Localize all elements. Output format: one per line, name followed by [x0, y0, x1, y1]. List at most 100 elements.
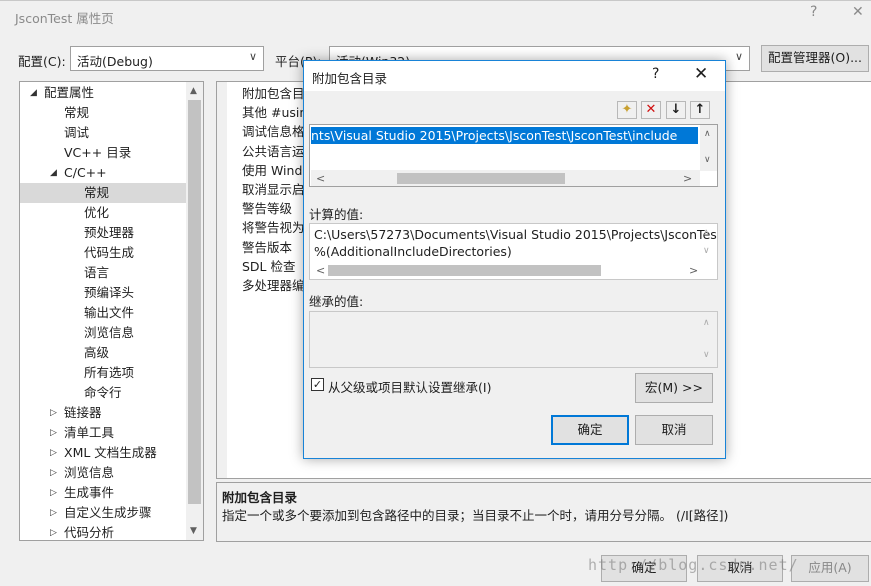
- dialog-title: 附加包含目录: [312, 71, 388, 86]
- property-row-name[interactable]: 公共语言运: [242, 142, 305, 161]
- inherited-values-box: ∧ ∨: [309, 311, 718, 368]
- expand-arrow-icon[interactable]: ▷: [50, 408, 57, 418]
- property-row-name[interactable]: SDL 检查: [242, 257, 296, 276]
- scroll-down-arrow-icon[interactable]: ∨: [703, 350, 710, 360]
- property-row-name[interactable]: 附加包含目: [242, 84, 305, 103]
- tree-item[interactable]: 浏览信息: [64, 463, 114, 483]
- tree-item[interactable]: 代码生成: [84, 243, 134, 263]
- expand-arrow-icon[interactable]: ▷: [50, 428, 57, 438]
- tree-item[interactable]: 常规: [64, 103, 89, 123]
- tree-item[interactable]: 浏览信息: [84, 323, 134, 343]
- inherit-checkbox-label[interactable]: 从父级或项目默认设置继承(I): [328, 377, 491, 396]
- tree-item[interactable]: 生成事件: [64, 483, 114, 503]
- dialog-help-button[interactable]: ?: [652, 66, 659, 82]
- collapse-arrow-icon[interactable]: ◢: [30, 88, 37, 98]
- scroll-down-arrow-icon[interactable]: ∨: [704, 155, 711, 165]
- tree-item[interactable]: 所有选项: [84, 363, 134, 383]
- tree-item[interactable]: 高级: [84, 343, 109, 363]
- new-line-icon[interactable]: ✦: [617, 101, 637, 119]
- config-combo-value: 活动(Debug): [77, 54, 153, 69]
- property-row-name[interactable]: 取消显示启: [242, 180, 305, 199]
- dialog-titlebar[interactable]: 附加包含目录 ? ✕: [304, 61, 725, 91]
- tree-item[interactable]: 调试: [64, 123, 89, 143]
- expand-arrow-icon[interactable]: ▷: [50, 508, 57, 518]
- property-row-name[interactable]: 多处理器编: [242, 276, 305, 295]
- delete-icon[interactable]: ✕: [641, 101, 661, 119]
- tree-item[interactable]: 优化: [84, 203, 109, 223]
- property-row-name[interactable]: 使用 Windo: [242, 161, 310, 180]
- scroll-up-arrow-icon[interactable]: ∧: [704, 129, 711, 139]
- expand-arrow-icon[interactable]: ▷: [50, 468, 57, 478]
- dialog-close-button[interactable]: ✕: [694, 64, 708, 84]
- scroll-right-arrow-icon[interactable]: >: [689, 264, 698, 277]
- window-close-button[interactable]: ✕: [852, 4, 864, 20]
- tree-item[interactable]: 配置属性: [44, 83, 94, 103]
- description-panel: 附加包含目录 指定一个或多个要添加到包含路径中的目录；当目录不止一个时，请用分号…: [216, 482, 871, 542]
- tree-scrollbar[interactable]: ▲ ▼: [186, 82, 203, 540]
- list-hscroll[interactable]: < >: [311, 170, 700, 186]
- expand-arrow-icon[interactable]: ▷: [50, 528, 57, 538]
- scroll-down-arrow-icon[interactable]: ▼: [190, 526, 197, 536]
- scroll-left-arrow-icon[interactable]: <: [316, 172, 325, 185]
- list-vscroll[interactable]: ∧ ∨: [700, 125, 717, 171]
- tree-item[interactable]: 链接器: [64, 403, 102, 423]
- tree-item[interactable]: C/C++: [64, 163, 107, 183]
- collapse-arrow-icon[interactable]: ◢: [50, 168, 57, 178]
- scroll-up-arrow-icon[interactable]: ∧: [703, 228, 710, 238]
- dialog-ok-button[interactable]: 确定: [551, 415, 629, 445]
- tree-item[interactable]: 输出文件: [84, 303, 134, 323]
- scrollbar-thumb[interactable]: [397, 173, 565, 184]
- computed-line: %(AdditionalIncludeDirectories): [314, 244, 512, 259]
- window-border: [0, 0, 871, 1]
- settings-tree[interactable]: ▲ ▼ ◢ 配置属性 常规 调试 VC++ 目录 ◢ C/C++ 常规 优化 预处理器 代码生成 语言…: [19, 81, 204, 541]
- macros-button[interactable]: 宏(M) >>: [635, 373, 713, 403]
- tree-item[interactable]: 预处理器: [84, 223, 134, 243]
- tree-item[interactable]: 代码分析: [64, 523, 114, 540]
- computed-hscroll[interactable]: < >: [311, 262, 700, 279]
- property-row-name[interactable]: 将警告视为: [242, 218, 305, 237]
- scroll-right-arrow-icon[interactable]: >: [683, 172, 692, 185]
- computed-values-box: C:\Users\57273\Documents\Visual Studio 2…: [309, 223, 718, 280]
- computed-label: 计算的值:: [309, 207, 364, 222]
- tree-item[interactable]: 自定义生成步骤: [64, 503, 152, 523]
- watermark: http://blog.csdn.net/: [588, 556, 799, 574]
- property-row-name[interactable]: 警告等级: [242, 199, 292, 218]
- grid-gutter: [217, 82, 227, 478]
- expand-arrow-icon[interactable]: ▷: [50, 488, 57, 498]
- chevron-down-icon: ∨: [248, 50, 257, 63]
- scroll-up-arrow-icon[interactable]: ▲: [190, 86, 197, 96]
- tree-item[interactable]: 预编译头: [84, 283, 134, 303]
- move-down-icon[interactable]: ↓: [666, 101, 686, 119]
- property-row-name[interactable]: 警告版本: [242, 238, 292, 257]
- scrollbar-thumb[interactable]: [188, 100, 201, 504]
- description-title: 附加包含目录: [222, 490, 298, 505]
- config-combo[interactable]: 活动(Debug) ∨: [70, 46, 264, 71]
- chevron-down-icon: ∨: [734, 50, 743, 63]
- tree-item[interactable]: VC++ 目录: [64, 143, 131, 163]
- tree-item[interactable]: XML 文档生成器: [64, 443, 157, 463]
- move-up-icon[interactable]: ↑: [690, 101, 710, 119]
- help-button[interactable]: ?: [810, 4, 817, 20]
- inherited-label: 继承的值:: [309, 294, 364, 309]
- scrollbar-thumb[interactable]: [328, 265, 601, 276]
- inherit-checkbox[interactable]: ✓: [311, 378, 324, 391]
- property-row-name[interactable]: 调试信息格: [242, 122, 305, 141]
- tree-item[interactable]: 命令行: [84, 383, 122, 403]
- tree-item[interactable]: 清单工具: [64, 423, 114, 443]
- scroll-up-arrow-icon[interactable]: ∧: [703, 318, 710, 328]
- computed-line: C:\Users\57273\Documents\Visual Studio 2…: [314, 227, 718, 242]
- include-dirs-dialog: 附加包含目录 ? ✕ ✦ ✕ ↓ ↑ nts\Visual Studio 201…: [303, 60, 726, 459]
- config-manager-button[interactable]: 配置管理器(O)...: [761, 45, 869, 72]
- description-text: 指定一个或多个要添加到包含路径中的目录；当目录不止一个时，请用分号分隔。 (/I…: [222, 508, 729, 523]
- config-label: 配置(C):: [18, 54, 66, 69]
- expand-arrow-icon[interactable]: ▷: [50, 448, 57, 458]
- scroll-down-arrow-icon[interactable]: ∨: [703, 246, 710, 256]
- apply-button[interactable]: 应用(A): [791, 555, 869, 582]
- list-item-selected[interactable]: nts\Visual Studio 2015\Projects\JsconTes…: [311, 127, 698, 144]
- tree-item[interactable]: 常规: [84, 183, 109, 203]
- window-title: JsconTest 属性页: [15, 11, 114, 26]
- tree-item[interactable]: 语言: [84, 263, 109, 283]
- dialog-cancel-button[interactable]: 取消: [635, 415, 713, 445]
- scroll-left-arrow-icon[interactable]: <: [316, 264, 325, 277]
- include-dirs-list[interactable]: nts\Visual Studio 2015\Projects\JsconTes…: [309, 124, 718, 187]
